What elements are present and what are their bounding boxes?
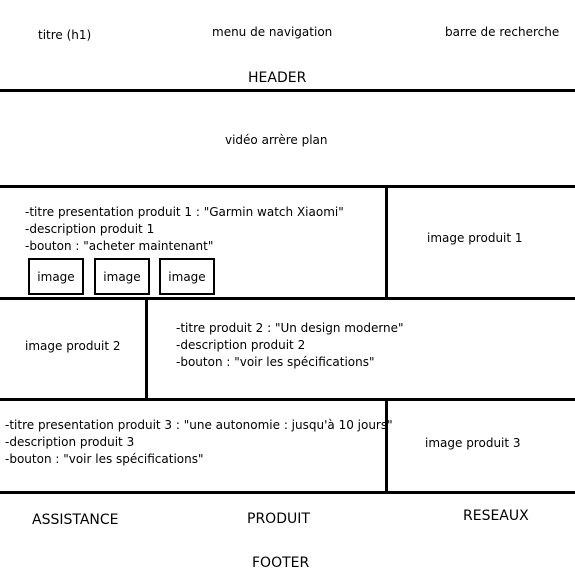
product1-text-block: -titre presentation produit 1 : "Garmin … bbox=[25, 204, 344, 255]
video-bottom-divider bbox=[0, 185, 575, 188]
header-title-placeholder: titre (h1) bbox=[38, 28, 92, 42]
footer-assistance-label: ASSISTANCE bbox=[32, 512, 119, 528]
product1-thumbnail-3: image bbox=[159, 258, 215, 295]
product1-title-line: -titre presentation produit 1 : "Garmin … bbox=[25, 205, 344, 219]
footer-top-divider bbox=[0, 491, 575, 494]
product3-title-line: -titre presentation produit 3 : "une aut… bbox=[5, 418, 393, 432]
product3-column-divider bbox=[385, 398, 388, 493]
product2-button-line: -bouton : "voir les spécifications" bbox=[176, 355, 375, 369]
product1-bottom-divider bbox=[0, 297, 575, 300]
product1-thumbnail-1: image bbox=[28, 258, 84, 295]
product1-button-line: -bouton : "acheter maintenant" bbox=[25, 239, 214, 253]
background-video-placeholder: vidéo arrère plan bbox=[225, 133, 328, 147]
product3-image-placeholder: image produit 3 bbox=[425, 436, 521, 450]
product1-thumbnail-2: image bbox=[94, 258, 150, 295]
footer-reseaux-label: RESEAUX bbox=[463, 508, 529, 524]
header-nav-placeholder: menu de navigation bbox=[212, 25, 333, 39]
product1-column-divider bbox=[385, 185, 388, 299]
product3-button-line: -bouton : "voir les spécifications" bbox=[5, 452, 204, 466]
product2-image-placeholder: image produit 2 bbox=[25, 339, 121, 353]
header-search-placeholder: barre de recherche bbox=[445, 25, 560, 39]
footer-section-label: FOOTER bbox=[252, 555, 310, 571]
footer-produit-label: PRODUIT bbox=[247, 511, 310, 527]
product2-column-divider bbox=[145, 297, 148, 400]
header-bottom-divider bbox=[0, 89, 575, 92]
product2-title-line: -titre produit 2 : "Un design moderne" bbox=[176, 321, 404, 335]
product2-text-block: -titre produit 2 : "Un design moderne" -… bbox=[176, 320, 404, 371]
product1-image-placeholder: image produit 1 bbox=[427, 231, 523, 245]
product1-description-line: -description produit 1 bbox=[25, 222, 155, 236]
header-section-label: HEADER bbox=[248, 70, 307, 86]
product2-bottom-divider bbox=[0, 398, 575, 401]
product2-description-line: -description produit 2 bbox=[176, 338, 306, 352]
product3-text-block: -titre presentation produit 3 : "une aut… bbox=[5, 417, 393, 468]
product3-description-line: -description produit 3 bbox=[5, 435, 135, 449]
